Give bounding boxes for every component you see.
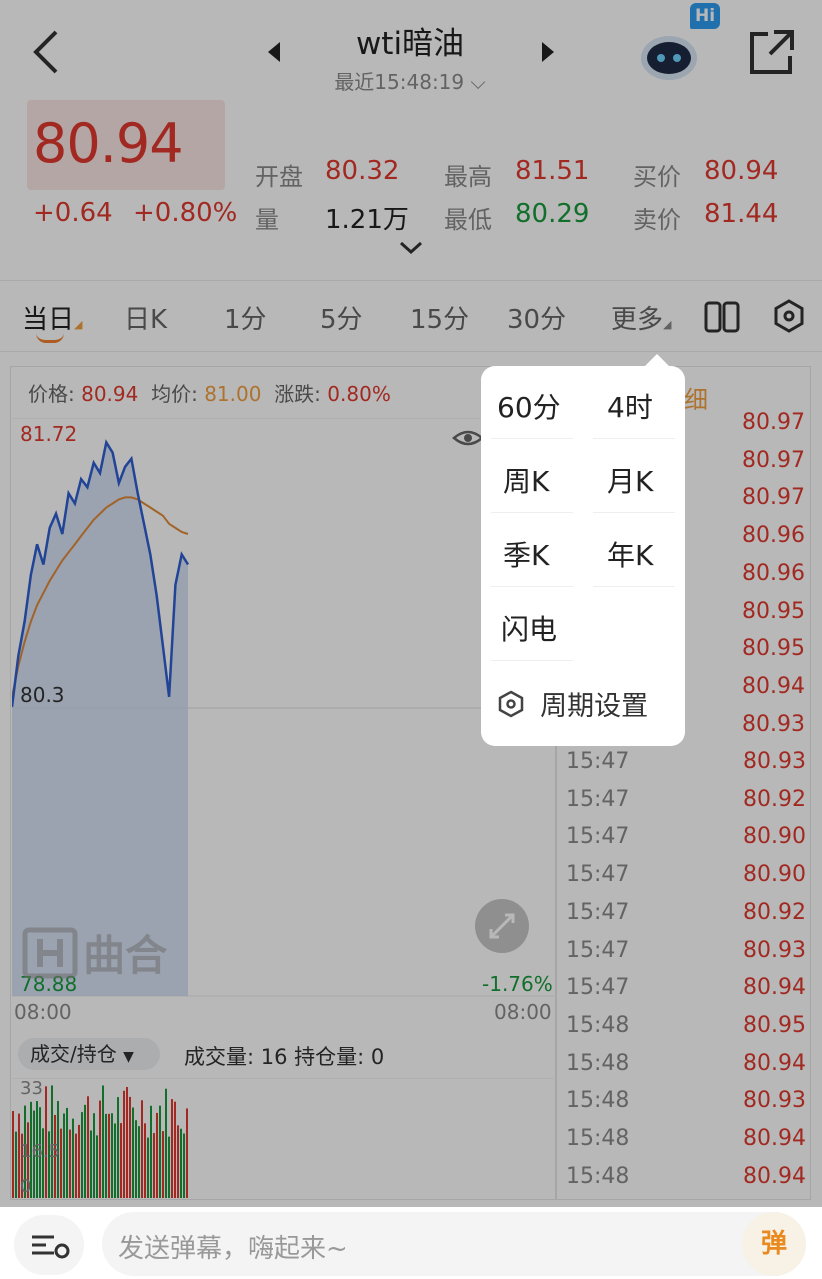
danmu-send-label: 弹 [760, 1229, 787, 1259]
menu-divider [491, 660, 573, 661]
danmu-settings-icon [32, 1235, 70, 1259]
menu-divider [593, 438, 675, 439]
menu-item-4h[interactable]: 4时 [607, 386, 653, 426]
settings-hexagon-icon [498, 690, 524, 717]
dim-overlay[interactable] [0, 0, 822, 1279]
more-periods-popup: 60分 4时 周K 月K 季K 年K 闪电 周期设置 [481, 366, 685, 746]
menu-item-lightning[interactable]: 闪电 [501, 608, 557, 648]
period-settings-button[interactable]: 周期设置 [497, 684, 648, 723]
menu-divider [593, 586, 675, 587]
menu-item-yearly-k[interactable]: 年K [607, 534, 653, 574]
danmu-input[interactable]: 发送弹幕，嗨起来~ [102, 1212, 806, 1276]
danmu-send-button[interactable]: 弹 [742, 1212, 806, 1276]
menu-item-60min[interactable]: 60分 [497, 386, 561, 426]
danmu-settings-button[interactable] [14, 1215, 84, 1275]
period-settings-label: 周期设置 [540, 691, 649, 722]
menu-divider [593, 512, 675, 513]
menu-divider [491, 512, 573, 513]
menu-item-monthly-k[interactable]: 月K [607, 460, 653, 500]
danmu-input-placeholder: 发送弹幕，嗨起来~ [118, 1234, 348, 1264]
menu-item-quarterly-k[interactable]: 季K [503, 534, 549, 574]
menu-item-weekly-k[interactable]: 周K [503, 460, 549, 500]
menu-divider [491, 586, 573, 587]
menu-divider [491, 438, 573, 439]
